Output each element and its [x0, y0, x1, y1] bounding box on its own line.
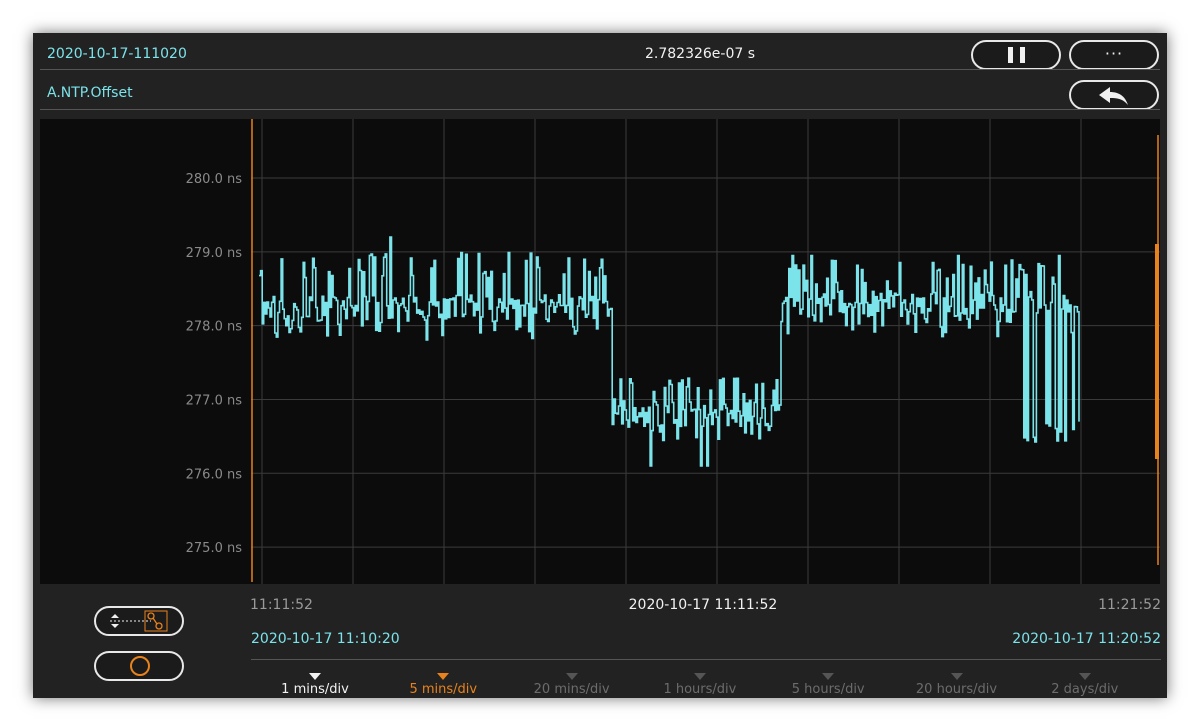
time-scale-label: 5 hours/div [791, 682, 865, 697]
triangle-down-icon [950, 673, 963, 680]
y-tick-label: 278.0 ns [186, 320, 243, 335]
header-divider [40, 69, 1160, 70]
ntp-offset-trace [259, 236, 1080, 467]
back-button[interactable] [1069, 80, 1159, 110]
triangle-down-icon [565, 673, 578, 680]
triangle-down-icon [1078, 673, 1091, 680]
x-end-label: 11:21:52 [1098, 597, 1161, 613]
pause-button[interactable] [971, 40, 1061, 70]
time-scale-option[interactable]: 2 days/div [1021, 673, 1149, 698]
y-axis: 280.0 ns 279.0 ns 278.0 ns 277.0 ns 276.0 ns… [186, 172, 243, 556]
time-scale-option[interactable]: 20 mins/div [508, 673, 636, 698]
time-scale-label: 20 hours/div [915, 682, 998, 697]
more-icon: ··· [1104, 44, 1124, 63]
time-scale-label: 5 mins/div [409, 682, 478, 697]
range-start-label: 2020-10-17 11:10:20 [251, 631, 400, 647]
x-start-label: 11:11:52 [250, 597, 313, 613]
trend-chart[interactable]: 280.0 ns 279.0 ns 278.0 ns 277.0 ns 276.0 ns… [40, 119, 1160, 584]
vertical-zoom-button[interactable] [94, 606, 184, 636]
y-tick-label: 277.0 ns [186, 393, 243, 408]
x-center-label: 2020-10-17 11:11:52 [628, 597, 778, 613]
right-cursor-handle[interactable] [1155, 244, 1159, 459]
range-end-label: 2020-10-17 11:20:52 [1012, 631, 1161, 647]
vertical-zoom-icon [110, 610, 168, 632]
time-scale-label: 20 mins/div [533, 682, 610, 697]
triangle-down-icon [309, 673, 321, 680]
time-scale-option[interactable]: 1 hours/div [636, 673, 764, 698]
y-tick-label: 280.0 ns [186, 172, 243, 187]
triangle-down-icon [437, 673, 450, 680]
triangle-down-icon [693, 673, 706, 680]
trend-chart-canvas: 280.0 ns 279.0 ns 278.0 ns 277.0 ns 276.0 ns… [186, 119, 1160, 584]
cursor-lines [251, 119, 1159, 582]
subheader-divider [40, 109, 1160, 110]
time-scale-option[interactable]: 20 hours/div [893, 673, 1021, 698]
app-screen: 2020-10-17-111020 2.782326e-07 s ··· A.N… [33, 33, 1167, 698]
current-value-label: 2.782326e-07 s [644, 46, 756, 62]
time-scale-label: 1 mins/div [281, 682, 349, 697]
circle-button[interactable] [94, 651, 184, 681]
y-tick-label: 279.0 ns [186, 246, 243, 261]
y-tick-label: 276.0 ns [186, 467, 243, 482]
more-button[interactable]: ··· [1069, 40, 1159, 70]
time-scale-option[interactable]: 5 mins/div [379, 673, 507, 698]
scale-divider [251, 659, 1161, 660]
y-tick-label: 275.0 ns [186, 541, 243, 556]
circle-icon [130, 656, 150, 676]
time-scale-option[interactable]: 5 hours/div [764, 673, 892, 698]
pause-icon-bar [1020, 47, 1025, 63]
pause-icon [1008, 47, 1013, 63]
time-scale-option[interactable]: 1 mins/div [251, 673, 379, 698]
time-scale-label: 2 days/div [1051, 682, 1119, 697]
time-scale-label: 1 hours/div [663, 682, 737, 697]
timestamp-label: 2020-10-17-111020 [47, 46, 187, 62]
metric-name: A.NTP.Offset [47, 85, 133, 101]
triangle-down-icon [822, 673, 835, 680]
back-arrow-icon [1099, 87, 1128, 105]
